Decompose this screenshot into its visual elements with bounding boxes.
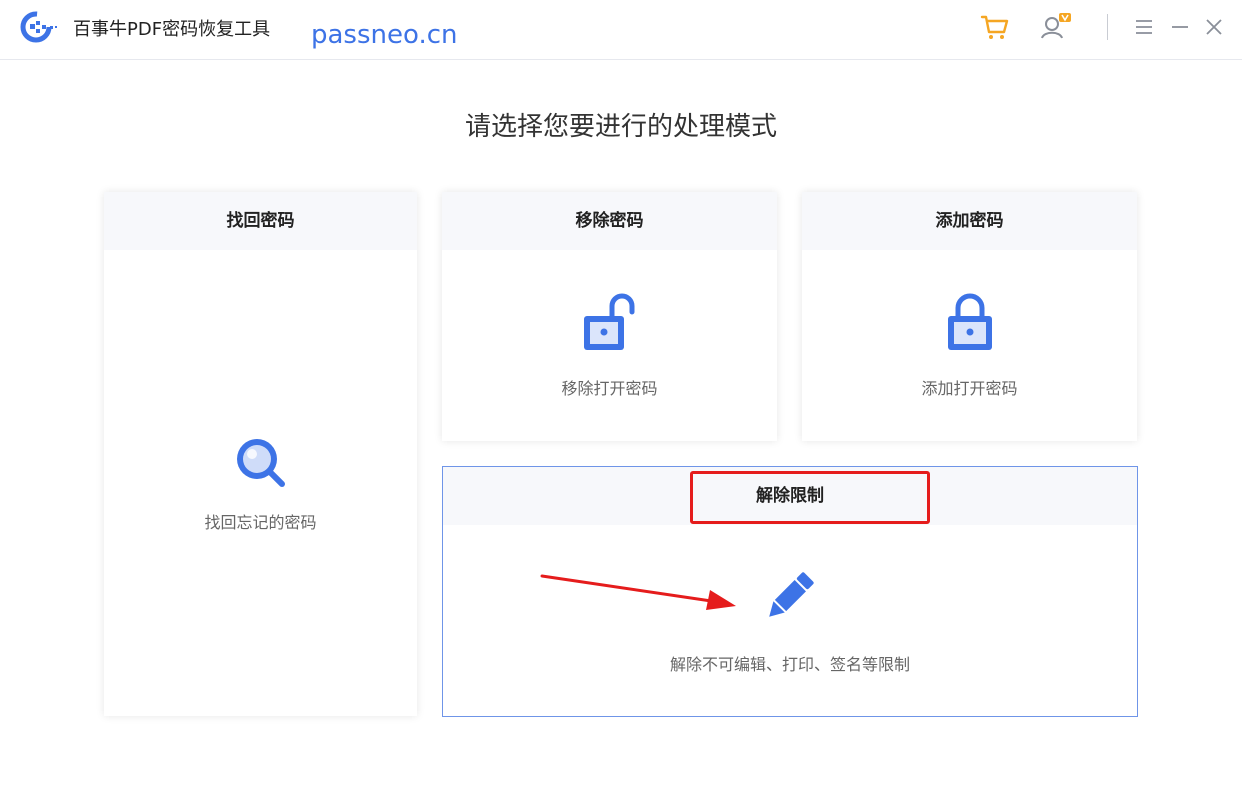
close-icon[interactable] bbox=[1197, 10, 1231, 44]
menu-icon[interactable] bbox=[1128, 10, 1162, 44]
app-logo-icon bbox=[20, 11, 57, 43]
app-title: 百事牛PDF密码恢复工具 bbox=[73, 19, 271, 40]
app-window: 百事牛PDF密码恢复工具 passneo.cn 请选择您要进行的处理模式 找回密… bbox=[0, 0, 1242, 787]
annotation-highlight-box bbox=[690, 471, 930, 524]
card-description: 解除不可编辑、打印、签名等限制 bbox=[669, 655, 910, 674]
recover-password-card[interactable]: 找回密码 找回忘记的密码 bbox=[104, 192, 417, 716]
locked-padlock-icon bbox=[948, 293, 992, 350]
add-password-card[interactable]: 添加密码 添加打开密码 bbox=[802, 192, 1137, 441]
user-vip-icon[interactable] bbox=[1038, 10, 1072, 44]
card-description: 添加打开密码 bbox=[921, 379, 1018, 398]
toolbar-divider bbox=[1107, 14, 1108, 40]
card-title: 找回密码 bbox=[104, 192, 417, 250]
remove-password-card[interactable]: 移除密码 移除打开密码 bbox=[442, 192, 777, 441]
pencil-icon bbox=[769, 572, 814, 617]
card-title: 移除密码 bbox=[442, 192, 777, 250]
site-watermark: passneo.cn bbox=[311, 20, 458, 50]
page-title: 请选择您要进行的处理模式 bbox=[464, 112, 777, 142]
card-description: 找回忘记的密码 bbox=[204, 513, 317, 532]
magnifier-icon bbox=[237, 439, 285, 487]
minimize-icon[interactable] bbox=[1163, 10, 1197, 44]
card-description: 移除打开密码 bbox=[561, 379, 658, 398]
unlocked-padlock-icon bbox=[584, 293, 635, 350]
title-bar: 百事牛PDF密码恢复工具 passneo.cn bbox=[0, 0, 1242, 60]
annotation-arrow-icon bbox=[540, 574, 736, 610]
cart-icon[interactable] bbox=[978, 10, 1012, 44]
card-title: 添加密码 bbox=[802, 192, 1137, 250]
